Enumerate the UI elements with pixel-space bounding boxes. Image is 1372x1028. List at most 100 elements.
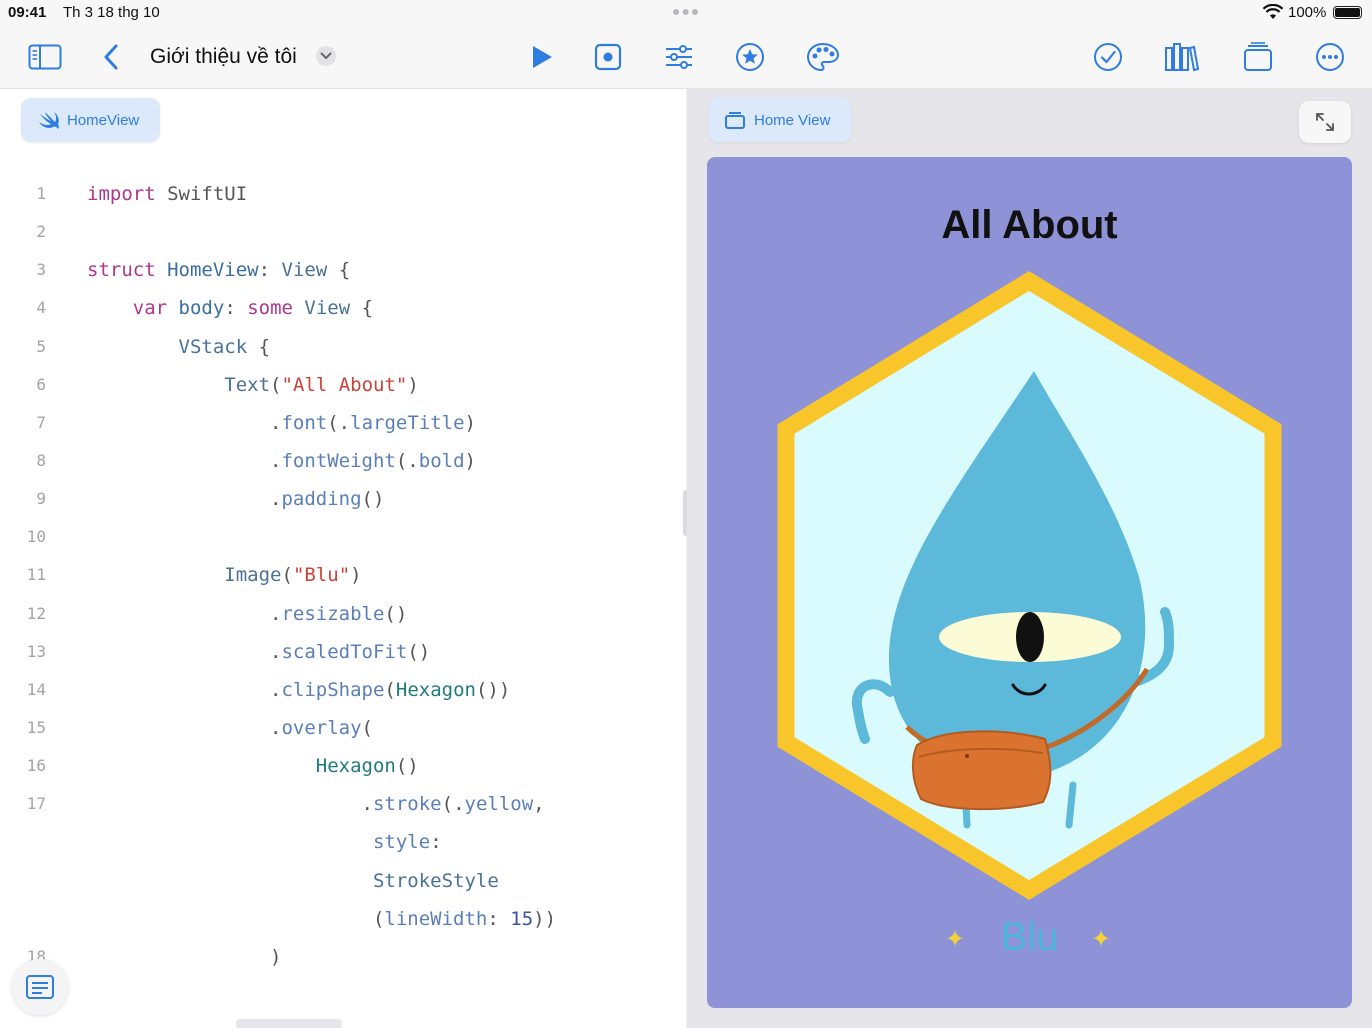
code-token: fontWeight (281, 449, 396, 472)
code-token: scaledToFit (281, 640, 408, 663)
file-tab-homeview[interactable]: HomeView (21, 98, 160, 142)
code-line[interactable]: 3 struct HomeView: View { (0, 251, 686, 289)
line-number: 13 (26, 641, 46, 661)
code-text: .font(.largeTitle) (87, 404, 476, 442)
status-bar: 09:41 Th 3 18 thg 10 ●●● 100% (0, 0, 1372, 26)
code-token: : (224, 297, 248, 320)
code-line[interactable]: style: (0, 823, 686, 861)
code-editor[interactable]: HomeView 1 import SwiftUI 2 3 struct HomeVie… (0, 89, 686, 1028)
battery-icon (1333, 6, 1362, 19)
code-line[interactable]: 8 .fontWeight(.bold) (0, 442, 686, 480)
run-button[interactable] (523, 38, 561, 76)
code-line[interactable]: 2 (0, 213, 686, 251)
code-token: (. (441, 793, 465, 816)
code-line[interactable]: 6 Text("All About") (0, 366, 686, 404)
code-token: padding (281, 488, 362, 511)
copy-button[interactable] (1239, 38, 1277, 76)
code-line[interactable]: 15 .overlay( (0, 709, 686, 747)
code-token: () (361, 488, 385, 511)
code-line[interactable]: 13 .scaledToFit() (0, 633, 686, 671)
line-number: 1 (36, 184, 46, 203)
code-token: ) (407, 373, 419, 396)
check-button[interactable] (1089, 38, 1127, 76)
code-line[interactable]: 18 ) (0, 938, 686, 976)
notes-button[interactable] (12, 959, 68, 1015)
code-token: ( (270, 373, 282, 396)
code-line[interactable]: 16 Hexagon() (0, 747, 686, 785)
code-lines[interactable]: 1 import SwiftUI 2 3 struct HomeView: View {… (0, 175, 686, 976)
code-token: var (132, 297, 168, 320)
status-time: 09:41 (8, 4, 47, 21)
blu-character-image (777, 271, 1282, 900)
code-line[interactable]: 14 .clipShape(Hexagon()) (0, 671, 686, 709)
title-menu-button[interactable] (316, 46, 336, 66)
back-button[interactable] (92, 38, 130, 76)
expand-preview-button[interactable] (1299, 101, 1351, 143)
more-icon (1316, 43, 1344, 71)
code-token: . (87, 640, 282, 663)
multitasking-dots-icon[interactable]: ●●● (672, 3, 700, 19)
code-text: var body: some View { (87, 289, 373, 327)
line-number: 17 (26, 794, 46, 814)
code-token: (. (395, 449, 419, 472)
appearance-button[interactable] (804, 38, 842, 76)
code-token: SwiftUI (155, 183, 248, 205)
code-token: { (350, 297, 374, 320)
code-token: import (87, 183, 156, 205)
code-line[interactable]: 10 (0, 518, 686, 556)
code-token: bold (418, 449, 465, 472)
code-text: style: (87, 823, 442, 861)
code-token: HomeView (167, 259, 259, 282)
line-number: 7 (36, 412, 46, 432)
code-line[interactable]: 7 .font(.largeTitle) (0, 404, 686, 442)
code-token: largeTitle (350, 411, 465, 434)
code-token: . (87, 449, 282, 472)
code-token: body (178, 297, 225, 320)
window-stack-icon (724, 110, 746, 130)
code-token: Text (224, 373, 271, 396)
line-number: 11 (26, 565, 46, 585)
code-token: ) (87, 945, 282, 968)
code-token: )) (533, 907, 557, 930)
view-tab-home[interactable]: Home View (708, 98, 852, 142)
preview-card: All About ✦ Blu ✦ (707, 157, 1352, 1008)
more-button[interactable] (1311, 38, 1349, 76)
code-line[interactable]: 12 .resizable() (0, 595, 686, 633)
code-line[interactable]: 1 import SwiftUI (0, 175, 686, 213)
settings-sliders-button[interactable] (660, 38, 698, 76)
view-tab-label: Home View (754, 111, 831, 129)
status-date: Th 3 18 thg 10 (63, 4, 160, 21)
line-number: 3 (36, 260, 46, 280)
record-button[interactable] (589, 38, 627, 76)
sidebar-toggle-button[interactable] (26, 38, 64, 76)
toolbar: Giới thiệu về tôi (0, 26, 1372, 89)
code-token: . (87, 602, 282, 625)
code-line[interactable]: 9 .padding() (0, 480, 686, 518)
code-token: ( (384, 678, 396, 701)
code-line[interactable]: 5 VStack { (0, 328, 686, 366)
character-name: Blu (1000, 915, 1059, 959)
line-number: 4 (36, 298, 46, 318)
code-token: : (430, 831, 442, 854)
code-line[interactable]: 17 .stroke(.yellow, (0, 785, 686, 823)
live-preview-pane: Home View All About ✦ Blu ✦ (687, 89, 1372, 1028)
code-line[interactable]: 4 var body: some View { (0, 289, 686, 327)
code-text: (lineWidth: 15)) (87, 900, 556, 938)
library-button[interactable] (1163, 38, 1201, 76)
document-title[interactable]: Giới thiệu về tôi (150, 45, 297, 69)
code-text: .stroke(.yellow, (87, 785, 545, 823)
code-line[interactable]: (lineWidth: 15)) (0, 900, 686, 938)
code-text: .padding() (87, 480, 384, 518)
code-line[interactable]: StrokeStyle (0, 862, 686, 900)
code-token: () (395, 755, 419, 778)
line-number: 12 (26, 603, 46, 623)
line-number: 14 (26, 679, 46, 699)
favorites-button[interactable] (731, 38, 769, 76)
code-line[interactable]: 11 Image("Blu") (0, 556, 686, 594)
code-token: overlay (281, 716, 362, 739)
